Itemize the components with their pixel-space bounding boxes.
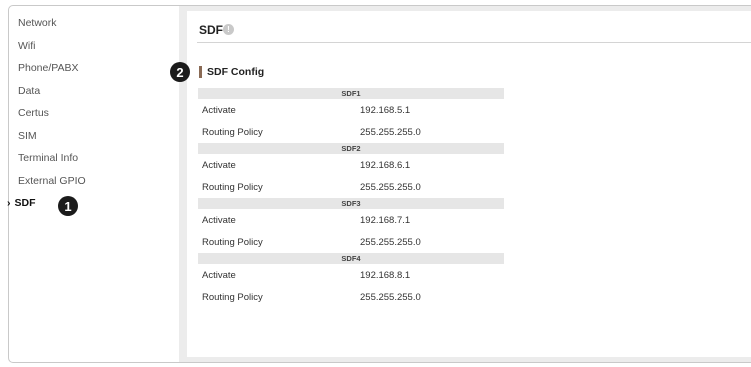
group-header-row: SDF1 xyxy=(198,88,504,99)
table-row: Routing Policy 255.255.255.0 xyxy=(198,121,504,143)
sidebar-item-sdf-label: SDF xyxy=(14,197,36,209)
activate-value: 192.168.7.1 xyxy=(360,214,411,226)
table-row: Activate 192.168.7.1 xyxy=(198,209,504,231)
table-row: Activate 192.168.8.1 xyxy=(198,264,504,286)
activate-value: 192.168.6.1 xyxy=(360,159,411,171)
table-row: Routing Policy 255.255.255.0 xyxy=(198,176,504,198)
info-icon[interactable]: ! xyxy=(223,24,234,35)
group-header: SDF3 xyxy=(198,198,504,209)
routing-policy-label: Routing Policy xyxy=(202,291,263,303)
sidebar-item-data[interactable]: Data xyxy=(18,85,40,97)
section-title: SDF Config xyxy=(207,66,265,78)
callout-badge-1: 1 xyxy=(58,196,78,216)
activate-label: Activate xyxy=(202,159,236,171)
activate-value: 192.168.8.1 xyxy=(360,269,411,281)
sdf-config-table: SDF1 Activate 192.168.5.1 Routing Policy 2… xyxy=(198,88,504,308)
routing-policy-value: 255.255.255.0 xyxy=(360,236,421,248)
group-header-row: SDF3 xyxy=(198,198,504,209)
sidebar-item-sdf[interactable]: › SDF xyxy=(7,197,36,209)
sidebar-item-terminal-info[interactable]: Terminal Info xyxy=(18,152,78,164)
sidebar-item-external-gpio[interactable]: External GPIO xyxy=(18,175,86,187)
routing-policy-label: Routing Policy xyxy=(202,181,263,193)
section-accent-bar xyxy=(199,66,202,78)
routing-policy-label: Routing Policy xyxy=(202,236,263,248)
activate-label: Activate xyxy=(202,104,236,116)
routing-policy-label: Routing Policy xyxy=(202,126,263,138)
routing-policy-value: 255.255.255.0 xyxy=(360,126,421,138)
sidebar-item-phone-pabx[interactable]: Phone/PABX xyxy=(18,62,79,74)
group-header: SDF2 xyxy=(198,143,504,154)
table-row: Routing Policy 255.255.255.0 xyxy=(198,286,504,308)
sidebar-item-sim[interactable]: SIM xyxy=(18,130,37,142)
routing-policy-value: 255.255.255.0 xyxy=(360,291,421,303)
callout-badge-2: 2 xyxy=(170,62,190,82)
chevron-right-icon: › xyxy=(7,197,11,209)
group-header-row: SDF4 xyxy=(198,253,504,264)
sidebar-item-certus[interactable]: Certus xyxy=(18,107,49,119)
table-row: Activate 192.168.5.1 xyxy=(198,99,504,121)
sidebar-item-wifi[interactable]: Wifi xyxy=(18,40,36,52)
table-row: Activate 192.168.6.1 xyxy=(198,154,504,176)
table-row: Routing Policy 255.255.255.0 xyxy=(198,231,504,253)
sidebar-item-network[interactable]: Network xyxy=(18,17,57,29)
activate-label: Activate xyxy=(202,269,236,281)
title-divider xyxy=(197,42,751,43)
page-title: SDF xyxy=(199,23,223,37)
group-header-row: SDF2 xyxy=(198,143,504,154)
routing-policy-value: 255.255.255.0 xyxy=(360,181,421,193)
group-header: SDF4 xyxy=(198,253,504,264)
activate-value: 192.168.5.1 xyxy=(360,104,411,116)
activate-label: Activate xyxy=(202,214,236,226)
group-header: SDF1 xyxy=(198,88,504,99)
